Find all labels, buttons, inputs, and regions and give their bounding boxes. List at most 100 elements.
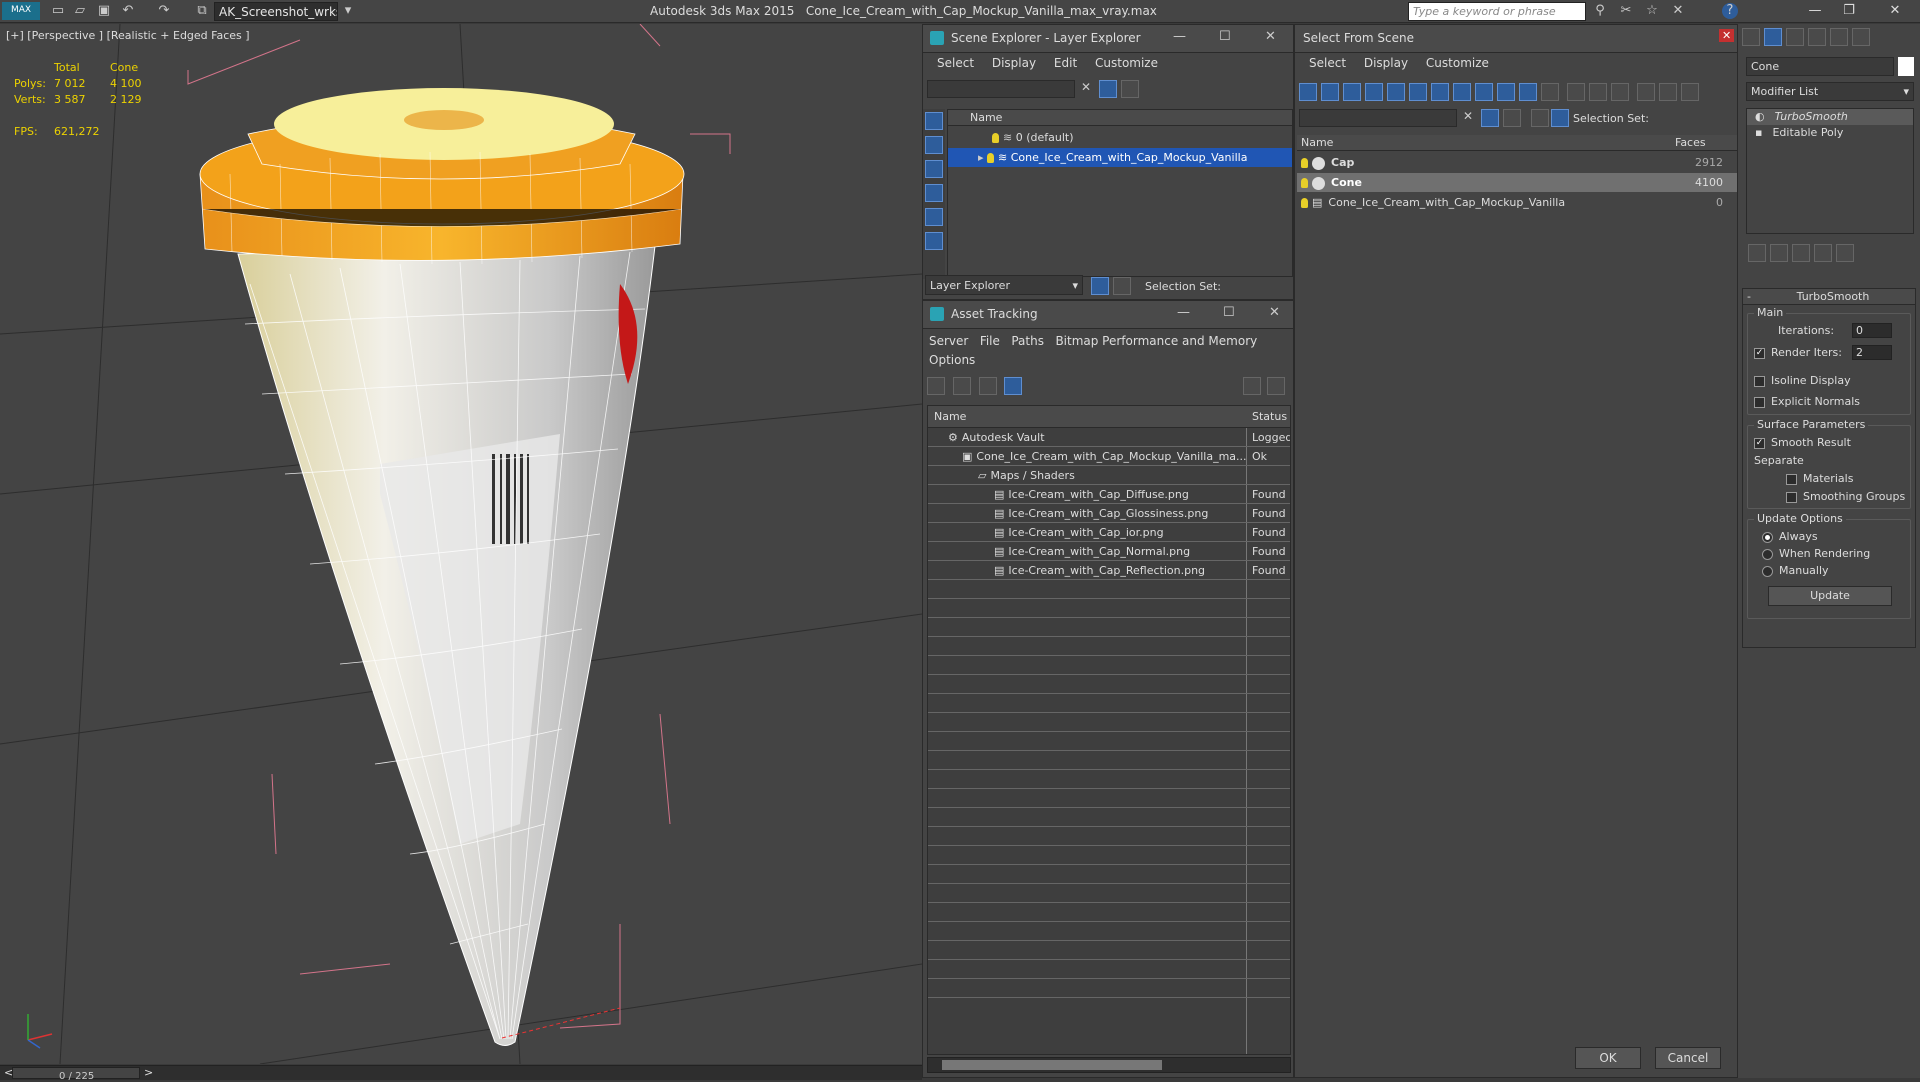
- object-name-field[interactable]: Cone: [1746, 57, 1894, 76]
- menu-bitmap-performance[interactable]: Bitmap Performance and Memory: [1055, 334, 1257, 348]
- refresh-icon[interactable]: [927, 377, 945, 395]
- select-invert-icon[interactable]: [1610, 83, 1629, 101]
- asset-row[interactable]: [928, 637, 1290, 656]
- menu-paths[interactable]: Paths: [1011, 334, 1044, 348]
- filter-containers-icon[interactable]: [1497, 83, 1515, 101]
- asset-row[interactable]: [928, 808, 1290, 827]
- select-all-icon[interactable]: [1566, 83, 1585, 101]
- project-icon[interactable]: ⧉: [194, 3, 210, 19]
- close-icon[interactable]: ✕: [1265, 29, 1276, 44]
- filter-icon[interactable]: [1099, 80, 1117, 98]
- light-bulb-icon[interactable]: [1301, 158, 1308, 168]
- col-name-header[interactable]: Name: [1301, 136, 1333, 149]
- layer-tree-header[interactable]: Name: [948, 110, 1292, 126]
- show-end-result-icon[interactable]: [1770, 244, 1788, 262]
- menu-select[interactable]: Select: [1309, 56, 1346, 70]
- chevron-down-icon[interactable]: ▾: [340, 3, 356, 19]
- expand-arrow-icon[interactable]: ▸: [978, 151, 987, 164]
- asset-row[interactable]: ▤ Ice-Cream_with_Cap_Normal.png Found: [928, 542, 1290, 561]
- new-icon[interactable]: ▭: [50, 3, 66, 19]
- select-search-input[interactable]: [1299, 109, 1457, 127]
- tools-icon[interactable]: ✂: [1618, 3, 1634, 19]
- filter-lights-icon[interactable]: [1343, 83, 1361, 101]
- asset-row[interactable]: [928, 922, 1290, 941]
- layers-icon[interactable]: [1531, 109, 1549, 127]
- layer-tool-icon[interactable]: [1121, 80, 1139, 98]
- options-icon[interactable]: [1680, 83, 1699, 101]
- find-icon[interactable]: [1503, 109, 1521, 127]
- update-button[interactable]: Update: [1768, 586, 1892, 606]
- minimize-icon[interactable]: —: [1173, 29, 1186, 44]
- help-icon[interactable]: ?: [1722, 3, 1738, 19]
- minimize-icon[interactable]: —: [1800, 2, 1830, 20]
- layer-mode-icon[interactable]: [1091, 277, 1109, 295]
- perspective-viewport[interactable]: [+] [Perspective ] [Realistic + Edged Fa…: [0, 24, 922, 1064]
- smooth-result-checkbox[interactable]: ✓ Smooth Result: [1754, 436, 1851, 449]
- filter-geometry-icon[interactable]: [1299, 83, 1317, 101]
- asset-row[interactable]: ▤ Ice-Cream_with_Cap_ior.png Found: [928, 523, 1290, 542]
- timeline-slider-thumb[interactable]: 0 / 225: [12, 1067, 140, 1082]
- asset-row[interactable]: [928, 903, 1290, 922]
- display-none-icon[interactable]: [925, 112, 943, 130]
- bulb-icon[interactable]: ◐: [1755, 110, 1765, 123]
- scrollbar-thumb[interactable]: [942, 1060, 1162, 1070]
- display-lights-icon[interactable]: [925, 184, 943, 202]
- asset-row[interactable]: [928, 694, 1290, 713]
- star-icon[interactable]: ☆: [1644, 3, 1660, 19]
- filter-helpers-icon[interactable]: [1387, 83, 1405, 101]
- create-tab-icon[interactable]: [1742, 28, 1760, 46]
- table-view-icon[interactable]: [1004, 377, 1023, 395]
- horizontal-scrollbar[interactable]: [927, 1057, 1291, 1073]
- time-slider[interactable]: < 0 / 225 >: [0, 1065, 922, 1082]
- search-input[interactable]: Type a keyword or phrase: [1408, 2, 1586, 21]
- asset-row[interactable]: [928, 675, 1290, 694]
- modifier-stack-item[interactable]: ▪ Editable Poly: [1747, 125, 1913, 141]
- asset-row[interactable]: [928, 846, 1290, 865]
- light-bulb-icon[interactable]: [1301, 198, 1308, 208]
- update-manually-radio[interactable]: Manually: [1762, 564, 1829, 577]
- layer-row[interactable]: ≋ 0 (default): [948, 128, 1292, 147]
- asset-row[interactable]: [928, 770, 1290, 789]
- modifier-stack-item[interactable]: ◐ TurboSmooth: [1747, 109, 1913, 125]
- menu-display[interactable]: Display: [992, 56, 1036, 70]
- binoculars-icon[interactable]: ⚲: [1592, 3, 1608, 19]
- x-tool-icon[interactable]: ✕: [1670, 3, 1686, 19]
- cancel-button[interactable]: Cancel: [1655, 1047, 1721, 1069]
- asset-row[interactable]: [928, 732, 1290, 751]
- asset-row[interactable]: [928, 656, 1290, 675]
- asset-row[interactable]: [928, 941, 1290, 960]
- light-bulb-icon[interactable]: [992, 133, 999, 143]
- modifier-list-dropdown[interactable]: Modifier List ▾: [1746, 82, 1914, 101]
- render-iters-spinner[interactable]: 2: [1852, 345, 1892, 360]
- explicit-normals-checkbox[interactable]: Explicit Normals: [1754, 395, 1860, 408]
- collapse-icon[interactable]: -: [1747, 289, 1751, 305]
- display-shapes-icon[interactable]: [925, 160, 943, 178]
- asset-row[interactable]: ▱ Maps / Shaders: [928, 466, 1290, 485]
- close-icon[interactable]: ✕: [1719, 29, 1735, 42]
- rollout-header[interactable]: - TurboSmooth: [1743, 289, 1915, 305]
- asset-row[interactable]: [928, 884, 1290, 903]
- asset-row[interactable]: [928, 751, 1290, 770]
- clear-search-icon[interactable]: ✕: [1081, 80, 1091, 94]
- ok-button[interactable]: OK: [1575, 1047, 1641, 1069]
- select-none-icon[interactable]: [1588, 83, 1607, 101]
- undo-icon[interactable]: ↶: [120, 3, 136, 19]
- menu-select[interactable]: Select: [937, 56, 974, 70]
- menu-edit[interactable]: Edit: [1054, 56, 1077, 70]
- filter-icon[interactable]: [1481, 109, 1499, 127]
- expand-icon[interactable]: ▪: [1755, 126, 1762, 139]
- asset-tracking-titlebar[interactable]: Asset Tracking — ☐ ✕: [923, 301, 1293, 329]
- update-when-rendering-radio[interactable]: When Rendering: [1762, 547, 1870, 560]
- filter-cameras-icon[interactable]: [1365, 83, 1383, 101]
- light-bulb-icon[interactable]: [987, 153, 995, 163]
- menu-customize[interactable]: Customize: [1095, 56, 1158, 70]
- motion-tab-icon[interactable]: [1808, 28, 1826, 46]
- iterations-spinner[interactable]: 0: [1852, 323, 1892, 338]
- filter-groups-icon[interactable]: [1431, 83, 1449, 101]
- menu-server[interactable]: Server: [929, 334, 968, 348]
- app-logo-icon[interactable]: MAX: [2, 2, 40, 20]
- hierarchy-icon[interactable]: [1658, 83, 1677, 101]
- asset-row[interactable]: ⚙ Autodesk Vault Logged: [928, 428, 1290, 447]
- asset-row[interactable]: ▤ Ice-Cream_with_Cap_Glossiness.png Found: [928, 504, 1290, 523]
- hierarchy-icon[interactable]: [1551, 109, 1569, 127]
